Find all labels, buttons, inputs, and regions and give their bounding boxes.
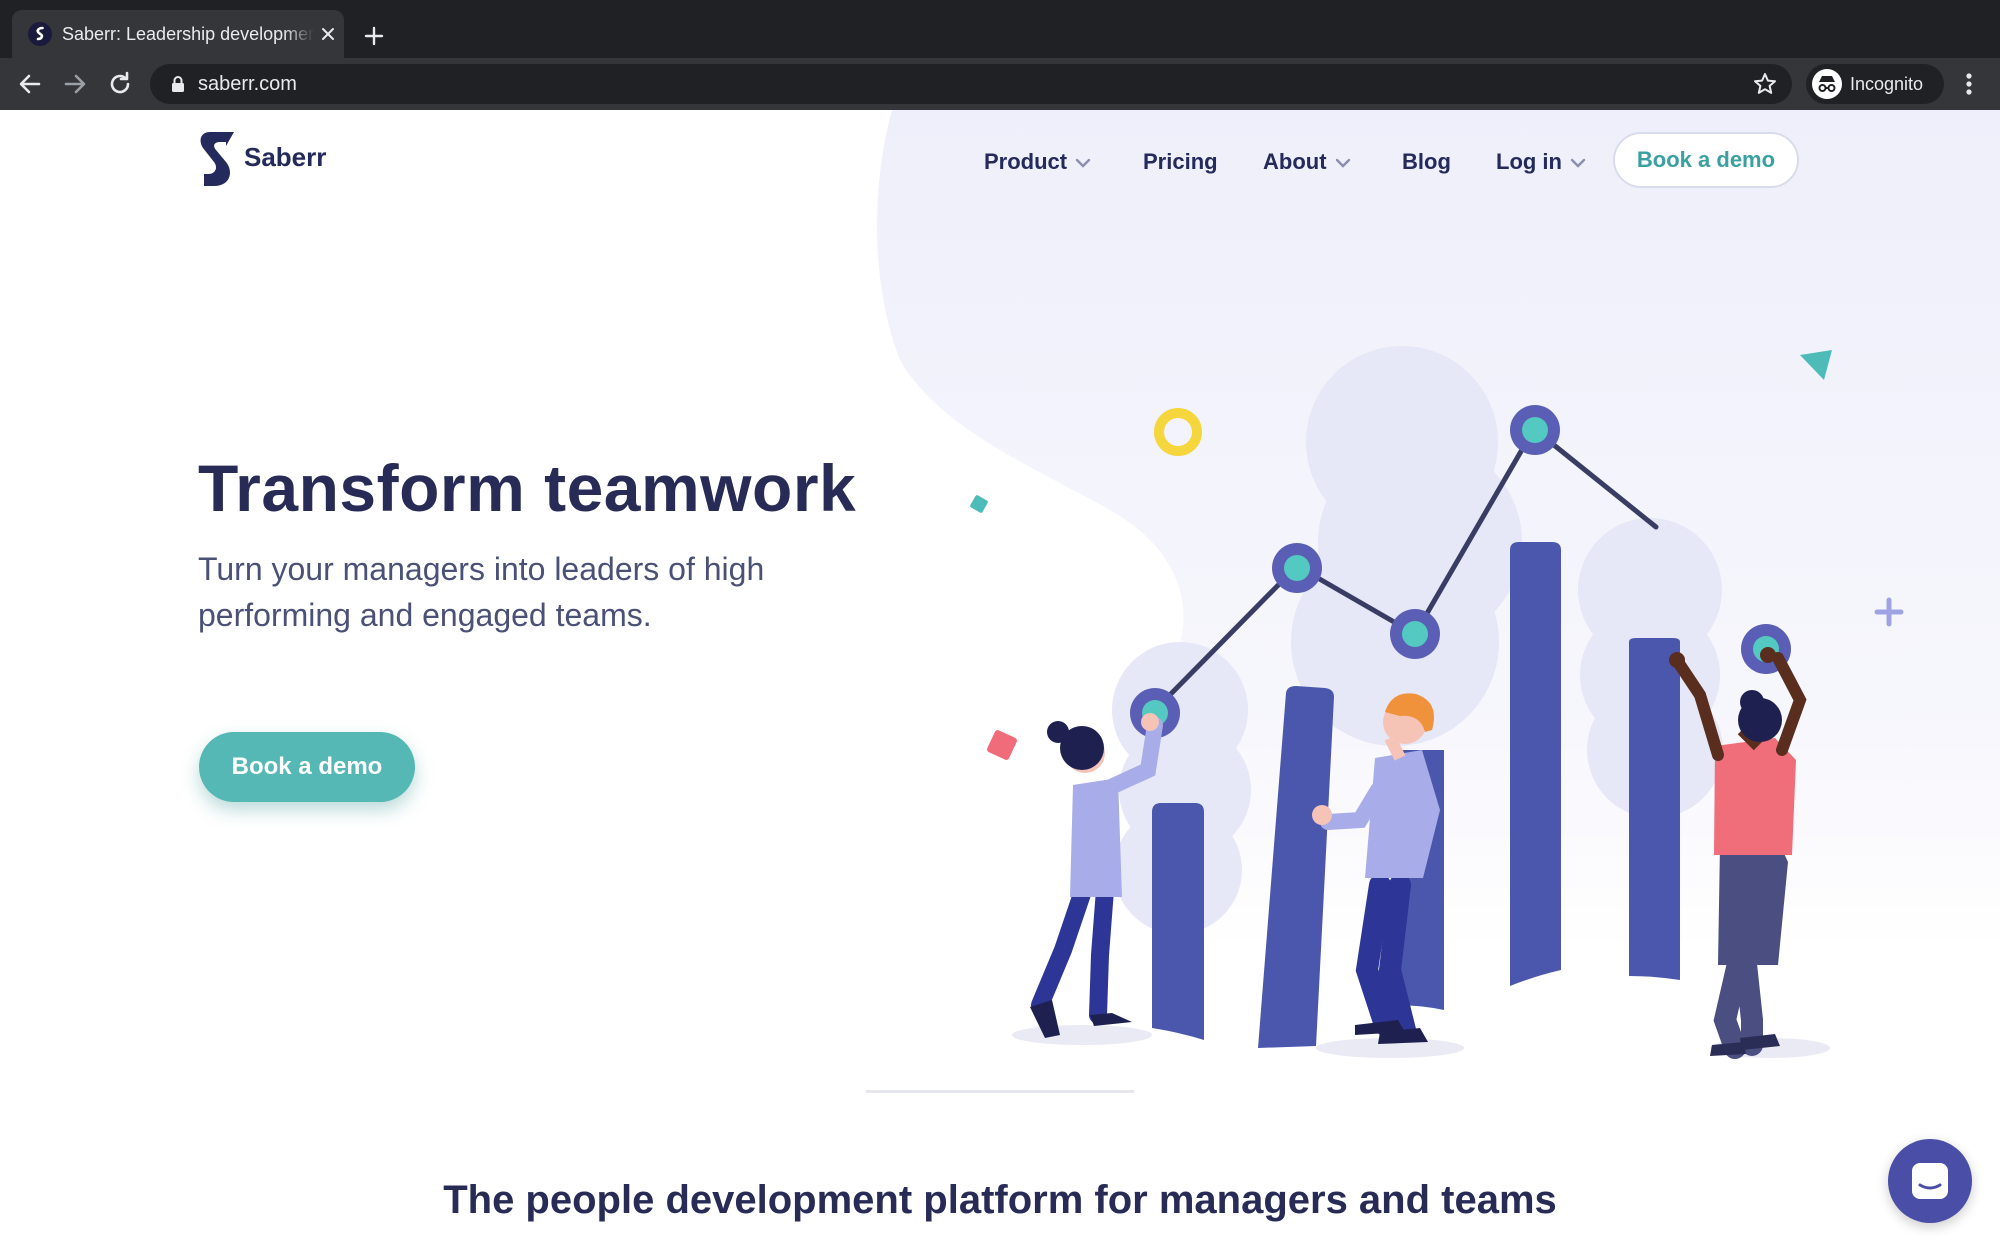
chat-launcher-button[interactable] (1888, 1139, 1972, 1223)
reload-icon[interactable] (102, 66, 138, 102)
lock-icon (168, 74, 188, 94)
section-divider (866, 1090, 1134, 1093)
forward-icon[interactable] (57, 66, 93, 102)
teal-square-decoration (970, 495, 988, 513)
nav-item-label: Log in (1496, 149, 1562, 174)
chevron-down-icon (1570, 158, 1586, 168)
nav-item-about[interactable]: About (1263, 134, 1351, 190)
yellow-ring-decoration (1154, 408, 1202, 456)
saberr-logo-icon (200, 132, 234, 186)
bar-2 (1258, 686, 1334, 1048)
chevron-down-icon (1335, 158, 1350, 168)
nav-item-pricing[interactable]: Pricing (1143, 134, 1218, 190)
browser-tab[interactable]: Saberr: Leadership development (12, 10, 344, 58)
nav-item-label: Pricing (1143, 149, 1218, 174)
chevron-down-icon (1075, 158, 1091, 168)
bar-5 (1629, 638, 1680, 980)
menu-icon[interactable] (1955, 66, 1983, 102)
tab-strip: Saberr: Leadership development (0, 0, 2000, 58)
incognito-label: Incognito (1850, 74, 1924, 94)
hero-subtitle: Turn your managers into leaders of high … (198, 551, 765, 633)
nav-item-blog[interactable]: Blog (1402, 134, 1451, 190)
browser-toolbar: saberr.com Incognito (0, 58, 2000, 110)
nav-item-product[interactable]: Product (984, 134, 1091, 190)
url-text: saberr.com (198, 73, 297, 95)
nav-item-label: Product (984, 149, 1068, 174)
hero-book-demo-button[interactable]: Book a demo (199, 732, 415, 802)
section-title: The people development platform for mana… (443, 1178, 1557, 1222)
red-square-decoration (987, 730, 1017, 760)
teal-triangle-decoration (1800, 350, 1832, 380)
nav-item-label: Blog (1402, 149, 1451, 174)
nav-item-login[interactable]: Log in (1496, 134, 1586, 190)
hero-title: Transform teamwork (198, 451, 857, 525)
plus-decoration (1874, 597, 1904, 627)
logo-text: Saberr (244, 142, 327, 172)
close-icon[interactable] (316, 22, 340, 46)
address-bar[interactable]: saberr.com (150, 64, 1792, 104)
nav-item-label: About (1263, 149, 1327, 174)
incognito-badge[interactable]: Incognito (1806, 64, 1944, 104)
favicon-icon (28, 22, 52, 46)
web-page: Saberr Product Pricing About Blog Log in… (0, 110, 2000, 1250)
nav-book-demo-button[interactable]: Book a demo (1613, 132, 1799, 188)
team-growth-illustration (970, 346, 1904, 1059)
bar-1 (1152, 803, 1204, 1040)
chat-icon (1912, 1163, 1948, 1199)
incognito-icon (1812, 69, 1842, 99)
tab-title: Saberr: Leadership development (62, 24, 314, 44)
bar-4 (1510, 542, 1561, 986)
new-tab-icon[interactable] (358, 20, 390, 52)
browser-chrome: Saberr: Leadership development saberr.co… (0, 0, 2000, 110)
back-icon[interactable] (12, 66, 48, 102)
star-icon[interactable] (1752, 71, 1778, 97)
